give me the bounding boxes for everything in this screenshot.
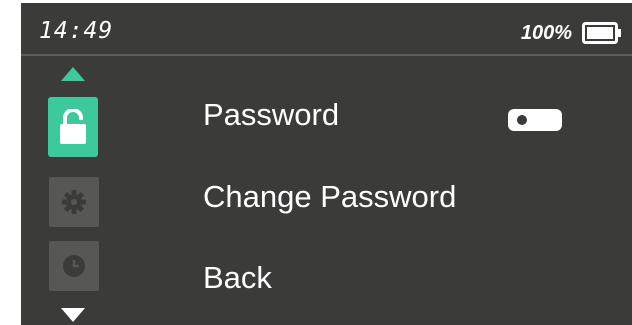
- password-toggle[interactable]: [508, 109, 562, 131]
- clock-icon: [63, 255, 85, 277]
- gear-icon: [62, 190, 86, 214]
- menu-item-back[interactable]: Back: [203, 258, 272, 298]
- tab-time[interactable]: [49, 241, 99, 291]
- unlock-icon: [60, 109, 86, 144]
- battery-percentage: 100%: [520, 22, 572, 44]
- status-bar: 14:49 100%: [21, 3, 632, 55]
- triangle-down-icon[interactable]: [61, 308, 85, 322]
- clock-time: 14:49: [39, 18, 114, 44]
- device-screen: 14:49 100% Password Change Password Back: [21, 3, 632, 325]
- battery-full-icon: [582, 22, 621, 44]
- status-divider: [21, 54, 632, 56]
- tab-security[interactable]: [48, 97, 98, 157]
- triangle-up-icon[interactable]: [61, 67, 85, 81]
- menu-item-password[interactable]: Password: [203, 95, 339, 135]
- toggle-knob: [517, 115, 527, 125]
- menu-item-change-password[interactable]: Change Password: [203, 177, 456, 217]
- tab-settings[interactable]: [49, 177, 99, 227]
